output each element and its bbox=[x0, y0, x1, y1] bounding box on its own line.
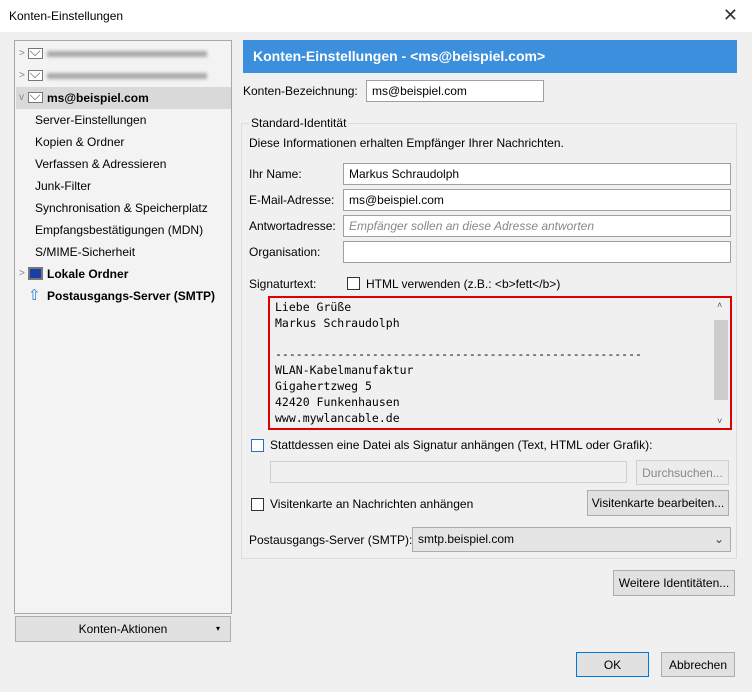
file-signature-checkbox[interactable] bbox=[251, 439, 264, 452]
tree-item-smime[interactable]: S/MIME-Sicherheit bbox=[16, 241, 231, 263]
tree-account-blurred-1[interactable]: > bbox=[16, 43, 231, 65]
group-title: Standard-Identität bbox=[249, 116, 349, 130]
tree-item-sync[interactable]: Synchronisation & Speicherplatz bbox=[16, 197, 231, 219]
name-label: Ihr Name: bbox=[249, 167, 302, 181]
reply-to-input[interactable]: Empfänger sollen an diese Adresse antwor… bbox=[343, 215, 731, 237]
organization-input[interactable] bbox=[343, 241, 731, 263]
scroll-up-icon[interactable]: ˄ bbox=[717, 300, 722, 310]
chevron-down-icon: v bbox=[19, 92, 24, 103]
chevron-right-icon: > bbox=[19, 268, 25, 279]
scrollbar-thumb[interactable] bbox=[714, 320, 728, 400]
edit-vcard-button[interactable]: Visitenkarte bearbeiten... bbox=[587, 490, 729, 516]
tree-item-compose[interactable]: Verfassen & Adressieren bbox=[16, 153, 231, 175]
cancel-button[interactable]: Abbrechen bbox=[661, 652, 735, 677]
mail-icon bbox=[28, 70, 43, 81]
tree-local-folders[interactable]: > Lokale Ordner bbox=[16, 263, 231, 285]
chevron-down-icon: ⌄ bbox=[713, 532, 724, 546]
smtp-select[interactable]: smtp.beispiel.com ⌄ bbox=[412, 527, 731, 552]
html-checkbox-label: HTML verwenden (z.B.: <b>fett</b>) bbox=[366, 277, 561, 291]
html-checkbox[interactable] bbox=[347, 277, 360, 290]
tree-account-selected[interactable]: v ms@beispiel.com bbox=[16, 87, 231, 109]
account-actions-button[interactable]: Konten-Aktionen ▾ bbox=[15, 616, 231, 642]
vcard-label: Visitenkarte an Nachrichten anhängen bbox=[270, 497, 474, 511]
signature-textarea[interactable]: Liebe Grüße Markus Schraudolph ---------… bbox=[268, 296, 732, 430]
signature-label: Signaturtext: bbox=[249, 277, 317, 291]
browse-button[interactable]: Durchsuchen... bbox=[636, 460, 729, 485]
signature-text: Liebe Grüße Markus Schraudolph ---------… bbox=[275, 300, 642, 425]
tree-item-copies[interactable]: Kopien & Ordner bbox=[16, 131, 231, 153]
close-icon[interactable]: ✕ bbox=[723, 5, 738, 26]
more-identities-button[interactable]: Weitere Identitäten... bbox=[613, 570, 735, 596]
chevron-right-icon: > bbox=[19, 70, 25, 81]
organization-label: Organisation: bbox=[249, 245, 321, 259]
title-bar: Konten-Einstellungen ✕ bbox=[0, 0, 752, 32]
scrollbar[interactable]: ˄ ˅ bbox=[714, 300, 728, 426]
reply-to-label: Antwortadresse: bbox=[249, 219, 336, 233]
window-title: Konten-Einstellungen bbox=[9, 9, 124, 23]
panel-title: Konten-Einstellungen - <ms@beispiel.com> bbox=[243, 40, 737, 73]
scroll-down-icon[interactable]: ˅ bbox=[717, 416, 722, 426]
signature-file-input[interactable] bbox=[270, 461, 627, 483]
email-label: E-Mail-Adresse: bbox=[249, 193, 335, 207]
computer-icon bbox=[28, 267, 43, 280]
tree-smtp[interactable]: ⇧ Postausgangs-Server (SMTP) bbox=[16, 285, 231, 307]
dropdown-arrow-icon: ▾ bbox=[215, 624, 220, 633]
account-name-label: Konten-Bezeichnung: bbox=[243, 84, 358, 98]
group-description: Diese Informationen erhalten Empfänger I… bbox=[249, 136, 564, 150]
ok-button[interactable]: OK bbox=[576, 652, 649, 677]
tree-account-blurred-2[interactable]: > bbox=[16, 65, 231, 87]
email-input[interactable]: ms@beispiel.com bbox=[343, 189, 731, 211]
account-name-input[interactable]: ms@beispiel.com bbox=[366, 80, 544, 102]
upload-arrow-icon: ⇧ bbox=[28, 287, 41, 304]
smtp-label: Postausgangs-Server (SMTP): bbox=[249, 533, 413, 547]
mail-icon bbox=[28, 48, 43, 59]
tree-item-junk[interactable]: Junk-Filter bbox=[16, 175, 231, 197]
mail-icon bbox=[28, 92, 43, 103]
tree-item-mdn[interactable]: Empfangsbestätigungen (MDN) bbox=[16, 219, 231, 241]
name-input[interactable]: Markus Schraudolph bbox=[343, 163, 731, 185]
file-signature-label: Stattdessen eine Datei als Signatur anhä… bbox=[270, 438, 653, 452]
account-tree[interactable]: > > v ms@beispiel.com Server-Einstellunge… bbox=[14, 40, 232, 614]
chevron-right-icon: > bbox=[19, 48, 25, 59]
tree-item-server[interactable]: Server-Einstellungen bbox=[16, 109, 231, 131]
vcard-checkbox[interactable] bbox=[251, 498, 264, 511]
